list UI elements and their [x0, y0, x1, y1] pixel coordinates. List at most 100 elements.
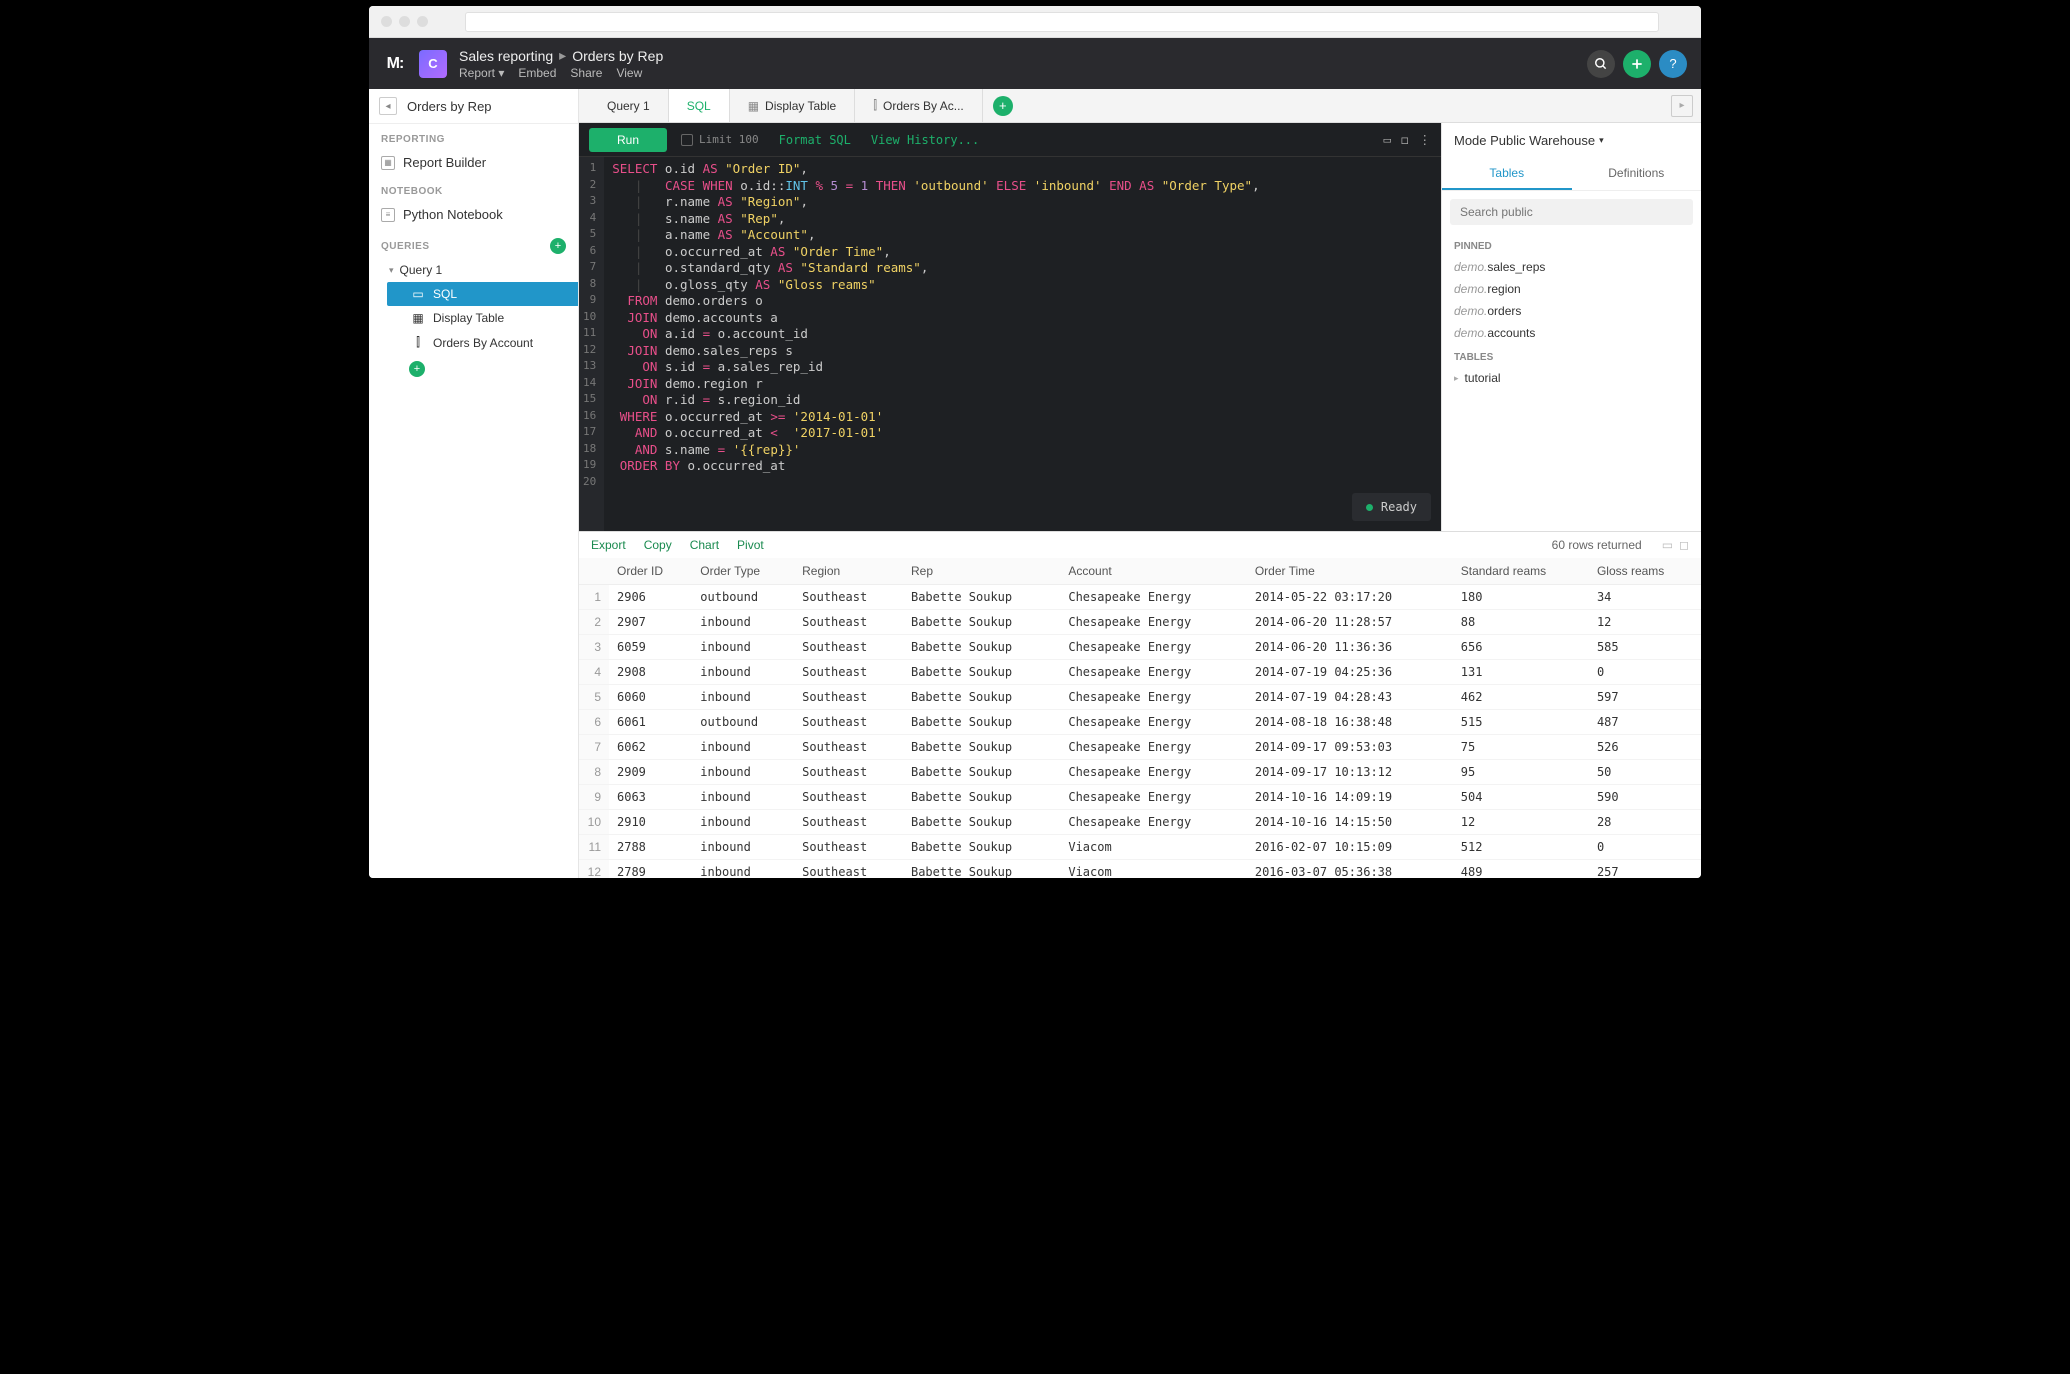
sidebar-item-report-builder[interactable]: ▦ Report Builder — [369, 149, 578, 176]
cell: Chesapeake Energy — [1060, 810, 1246, 835]
pinned-table[interactable]: demo.accounts — [1442, 322, 1701, 344]
results-table-wrapper[interactable]: Order IDOrder TypeRegionRepAccountOrder … — [579, 558, 1701, 878]
table-icon: ▦ — [748, 99, 759, 113]
warehouse-selector[interactable]: Mode Public Warehouse ▾ — [1442, 123, 1701, 158]
code-lines[interactable]: SELECT o.id AS "Order ID", | CASE WHEN o… — [604, 157, 1441, 531]
sidebar-item-sql[interactable]: ▭ SQL — [387, 282, 578, 306]
status-dot-icon — [1366, 504, 1373, 511]
chart-link[interactable]: Chart — [690, 538, 719, 552]
run-button[interactable]: Run — [589, 128, 667, 152]
cell: inbound — [692, 785, 794, 810]
menu-view[interactable]: View — [616, 66, 642, 80]
table-row[interactable]: 42908inboundSoutheastBabette SoukupChesa… — [579, 660, 1701, 685]
cell: 6059 — [609, 635, 692, 660]
rp-tab-tables[interactable]: Tables — [1442, 158, 1572, 190]
pinned-table[interactable]: demo.region — [1442, 278, 1701, 300]
pinned-table[interactable]: demo.sales_reps — [1442, 256, 1701, 278]
cell: Southeast — [794, 735, 903, 760]
pivot-link[interactable]: Pivot — [737, 538, 764, 552]
table-row[interactable]: 102910inboundSoutheastBabette SoukupChes… — [579, 810, 1701, 835]
sidebar-item-python-notebook[interactable]: ≡ Python Notebook — [369, 201, 578, 228]
cell: Babette Soukup — [903, 760, 1060, 785]
tab-sql[interactable]: SQL — [669, 89, 730, 122]
column-header[interactable]: Standard reams — [1453, 558, 1589, 585]
table-row[interactable]: 76062inboundSoutheastBabette SoukupChesa… — [579, 735, 1701, 760]
tab-label: Query 1 — [607, 99, 650, 113]
add-query-icon[interactable]: + — [550, 238, 566, 254]
table-row[interactable]: 22907inboundSoutheastBabette SoukupChesa… — [579, 610, 1701, 635]
tree-label: tutorial — [1465, 371, 1501, 385]
schema-search-input[interactable] — [1450, 199, 1693, 225]
cell: 75 — [1453, 735, 1589, 760]
cell: inbound — [692, 760, 794, 785]
cell: 585 — [1589, 635, 1701, 660]
add-tab-icon[interactable]: + — [993, 96, 1013, 116]
tab-nav-right-icon[interactable]: ▸ — [1671, 95, 1693, 117]
export-link[interactable]: Export — [591, 538, 626, 552]
results-table: Order IDOrder TypeRegionRepAccountOrder … — [579, 558, 1701, 878]
tab-orders-by-account[interactable]: ⫿Orders By Ac... — [855, 89, 983, 122]
cell: inbound — [692, 685, 794, 710]
more-icon[interactable]: ⋮ — [1419, 132, 1432, 147]
sidebar-item-label: Orders By Account — [433, 336, 533, 350]
menu-embed[interactable]: Embed — [518, 66, 556, 80]
menu-share[interactable]: Share — [570, 66, 602, 80]
pinned-table[interactable]: demo.orders — [1442, 300, 1701, 322]
sidebar-item-query1[interactable]: ▾ Query 1 — [381, 258, 578, 282]
tab-query1[interactable]: Query 1 — [589, 89, 669, 122]
app-logo-icon[interactable]: C — [419, 50, 447, 78]
add-icon[interactable] — [1623, 50, 1651, 78]
table-row[interactable]: 122789inboundSoutheastBabette SoukupViac… — [579, 860, 1701, 879]
column-header[interactable]: Gloss reams — [1589, 558, 1701, 585]
mode-logo-icon[interactable]: M: — [383, 52, 407, 76]
copy-link[interactable]: Copy — [644, 538, 672, 552]
column-header[interactable]: Order Time — [1247, 558, 1453, 585]
column-header[interactable]: Account — [1060, 558, 1246, 585]
section-queries: QUERIES — [381, 241, 430, 252]
table-row[interactable]: 112788inboundSoutheastBabette SoukupViac… — [579, 835, 1701, 860]
view-history-link[interactable]: View History... — [871, 133, 979, 147]
menu-report[interactable]: Report ▾ — [459, 66, 504, 80]
search-icon[interactable] — [1587, 50, 1615, 78]
tab-display-table[interactable]: ▦Display Table — [730, 89, 856, 122]
table-row[interactable]: 56060inboundSoutheastBabette SoukupChesa… — [579, 685, 1701, 710]
cell: inbound — [692, 735, 794, 760]
breadcrumb-parent[interactable]: Sales reporting — [459, 48, 553, 64]
rp-tab-definitions[interactable]: Definitions — [1572, 158, 1702, 190]
column-header[interactable]: Rep — [903, 558, 1060, 585]
sidebar-item-label: SQL — [433, 287, 457, 301]
table-row[interactable]: 82909inboundSoutheastBabette SoukupChesa… — [579, 760, 1701, 785]
tree-item-tutorial[interactable]: ▸ tutorial — [1442, 367, 1701, 389]
add-below-icon[interactable]: + — [409, 361, 425, 377]
report-icon: ▦ — [381, 156, 395, 170]
cell: Babette Soukup — [903, 610, 1060, 635]
column-header[interactable]: Region — [794, 558, 903, 585]
table-row[interactable]: 36059inboundSoutheastBabette SoukupChesa… — [579, 635, 1701, 660]
maximize-icon[interactable]: ◻ — [1679, 538, 1689, 552]
maximize-icon[interactable]: ◻ — [1401, 132, 1409, 147]
column-header[interactable]: Order ID — [609, 558, 692, 585]
cell: Babette Soukup — [903, 710, 1060, 735]
section-tables: TABLES — [1442, 344, 1701, 367]
sidebar-item-orders-by-account[interactable]: ⫿ Orders By Account — [381, 330, 578, 355]
limit-toggle[interactable]: Limit 100 — [681, 133, 759, 146]
table-row[interactable]: 96063inboundSoutheastBabette SoukupChesa… — [579, 785, 1701, 810]
cell: Babette Soukup — [903, 585, 1060, 610]
cell: Southeast — [794, 835, 903, 860]
table-row[interactable]: 66061outboundSoutheastBabette SoukupChes… — [579, 710, 1701, 735]
sidebar-item-display-table[interactable]: ▦ Display Table — [381, 306, 578, 330]
cell: 597 — [1589, 685, 1701, 710]
left-sidebar: ◂ Orders by Rep REPORTING ▦ Report Build… — [369, 89, 579, 878]
format-sql-link[interactable]: Format SQL — [779, 133, 851, 147]
column-header[interactable]: Order Type — [692, 558, 794, 585]
cell: Chesapeake Energy — [1060, 660, 1246, 685]
code-area[interactable]: 1234567891011121314151617181920 SELECT o… — [579, 157, 1441, 531]
cell: 131 — [1453, 660, 1589, 685]
minimize-icon[interactable]: ▭ — [1662, 538, 1673, 552]
back-icon[interactable]: ◂ — [379, 97, 397, 115]
table-row[interactable]: 12906outboundSoutheastBabette SoukupChes… — [579, 585, 1701, 610]
help-icon[interactable]: ? — [1659, 50, 1687, 78]
checkbox-icon[interactable] — [681, 134, 693, 146]
minimize-icon[interactable]: ▭ — [1383, 132, 1391, 147]
url-bar[interactable] — [465, 12, 1659, 32]
